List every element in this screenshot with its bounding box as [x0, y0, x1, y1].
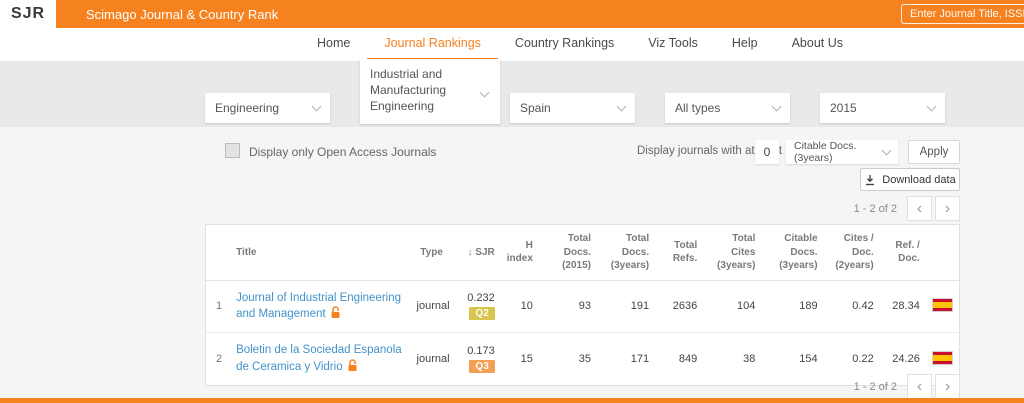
pagination-bottom: 1 - 2 of 2 ‹ ›	[854, 374, 960, 399]
table-row: 2 Boletin de la Sociedad Espanola de Cer…	[206, 333, 959, 385]
footer-accent-bar	[0, 398, 1024, 403]
column-title[interactable]: Title	[230, 225, 410, 280]
h-index-value: 15	[501, 333, 539, 385]
journal-title-link[interactable]: Boletin de la Sociedad Espanola de Ceram…	[236, 344, 402, 373]
type-dropdown[interactable]: All types	[665, 93, 790, 123]
subject-area-dropdown[interactable]: Engineering	[205, 93, 330, 123]
journal-rankings-table: Title Type ↓ SJR H index Total Docs. (20…	[205, 224, 960, 386]
sjr-value: 0.173	[459, 345, 495, 357]
country-value: Spain	[520, 101, 551, 115]
main-nav: Home Journal Rankings Country Rankings V…	[0, 28, 1024, 61]
country-dropdown[interactable]: Spain	[510, 93, 635, 123]
column-country-flag	[926, 225, 959, 280]
total-refs-value: 2636	[655, 280, 703, 333]
sjr-logo[interactable]: SJR	[0, 0, 56, 28]
subject-category-dropdown[interactable]: Industrial and Manufacturing Engineering	[360, 59, 500, 124]
nav-item-about-us[interactable]: About Us	[775, 28, 860, 61]
column-total-refs[interactable]: Total Refs.	[655, 225, 703, 280]
chevron-right-icon: ›	[945, 379, 950, 395]
row-number: 1	[206, 280, 230, 333]
column-total-docs-3years[interactable]: Total Docs. (3years)	[597, 225, 655, 280]
table-row: 1 Journal of Industrial Engineering and …	[206, 280, 959, 333]
column-sjr-sorted[interactable]: ↓ SJR	[453, 225, 501, 280]
pagination-range-label: 1 - 2 of 2	[854, 203, 897, 215]
type-value: All types	[675, 101, 720, 115]
quartile-badge: Q3	[469, 360, 494, 373]
spain-flag-icon	[932, 298, 953, 312]
total-docs-3years-value: 171	[597, 333, 655, 385]
column-total-cites-3years[interactable]: Total Cites (3years)	[703, 225, 761, 280]
journal-search-input[interactable]	[901, 4, 1024, 24]
sjr-value: 0.232	[459, 292, 495, 304]
download-icon	[864, 174, 876, 186]
nav-item-home[interactable]: Home	[300, 28, 367, 61]
prev-page-button[interactable]: ‹	[907, 196, 932, 221]
year-dropdown[interactable]: 2015	[820, 93, 945, 123]
total-cites-3years-value: 38	[703, 333, 761, 385]
chevron-down-icon	[882, 145, 892, 155]
chevron-down-icon	[772, 101, 782, 111]
next-page-button[interactable]: ›	[935, 196, 960, 221]
chevron-left-icon: ‹	[917, 379, 922, 395]
subject-area-value: Engineering	[215, 101, 279, 115]
open-access-icon	[347, 359, 358, 372]
nav-item-viz-tools[interactable]: Viz Tools	[631, 28, 715, 61]
chevron-down-icon	[480, 88, 490, 98]
year-value: 2015	[830, 101, 857, 115]
total-docs-year-value: 35	[539, 333, 597, 385]
next-page-button[interactable]: ›	[935, 374, 960, 399]
column-total-docs-year[interactable]: Total Docs. (2015)	[539, 225, 597, 280]
nav-item-journal-rankings[interactable]: Journal Rankings	[367, 28, 498, 61]
total-refs-value: 849	[655, 333, 703, 385]
column-ref-per-doc[interactable]: Ref. / Doc.	[880, 225, 926, 280]
journal-type: journal	[411, 333, 453, 385]
row-number: 2	[206, 333, 230, 385]
total-cites-3years-value: 104	[703, 280, 761, 333]
download-data-label: Download data	[882, 174, 955, 186]
subject-category-value: Industrial and Manufacturing Engineering	[370, 66, 472, 115]
open-access-label: Display only Open Access Journals	[249, 145, 436, 159]
controls-row: Display only Open Access Journals Displa…	[0, 139, 1024, 165]
quartile-badge: Q2	[469, 307, 494, 320]
column-cites-per-doc[interactable]: Cites / Doc. (2years)	[824, 225, 880, 280]
apply-button[interactable]: Apply	[908, 140, 960, 164]
total-docs-year-value: 93	[539, 280, 597, 333]
h-index-value: 10	[501, 280, 539, 333]
nav-item-help[interactable]: Help	[715, 28, 775, 61]
ref-per-doc-value: 28.34	[880, 280, 926, 333]
column-type[interactable]: Type	[411, 225, 453, 280]
pagination-top: 1 - 2 of 2 ‹ ›	[854, 196, 960, 221]
min-docs-metric-value: Citable Docs. (3years)	[794, 140, 883, 164]
citable-docs-3years-value: 154	[761, 333, 823, 385]
open-access-icon	[330, 306, 341, 319]
table-header-row: Title Type ↓ SJR H index Total Docs. (20…	[206, 225, 959, 280]
sjr-value-cell: 0.232 Q2	[453, 280, 501, 333]
pagination-range-label: 1 - 2 of 2	[854, 381, 897, 393]
column-row-number	[206, 225, 230, 280]
journal-title-link[interactable]: Journal of Industrial Engineering and Ma…	[236, 292, 401, 321]
prev-page-button[interactable]: ‹	[907, 374, 932, 399]
min-docs-input[interactable]	[755, 140, 779, 164]
chevron-down-icon	[617, 101, 627, 111]
column-citable-docs-3years[interactable]: Citable Docs. (3years)	[761, 225, 823, 280]
spain-flag-icon	[932, 351, 953, 365]
min-docs-metric-dropdown[interactable]: Citable Docs. (3years)	[786, 140, 898, 164]
citable-docs-3years-value: 189	[761, 280, 823, 333]
site-title: Scimago Journal & Country Rank	[86, 0, 278, 28]
chevron-right-icon: ›	[945, 201, 950, 217]
cites-per-doc-value: 0.42	[824, 280, 880, 333]
download-data-button[interactable]: Download data	[860, 168, 960, 191]
chevron-down-icon	[312, 101, 322, 111]
chevron-left-icon: ‹	[917, 201, 922, 217]
column-h-index[interactable]: H index	[501, 225, 539, 280]
journal-type: journal	[411, 280, 453, 333]
open-access-checkbox[interactable]	[225, 143, 240, 158]
total-docs-3years-value: 191	[597, 280, 655, 333]
sjr-value-cell: 0.173 Q3	[453, 333, 501, 385]
chevron-down-icon	[927, 101, 937, 111]
nav-item-country-rankings[interactable]: Country Rankings	[498, 28, 631, 61]
top-header: SJR Scimago Journal & Country Rank	[0, 0, 1024, 28]
